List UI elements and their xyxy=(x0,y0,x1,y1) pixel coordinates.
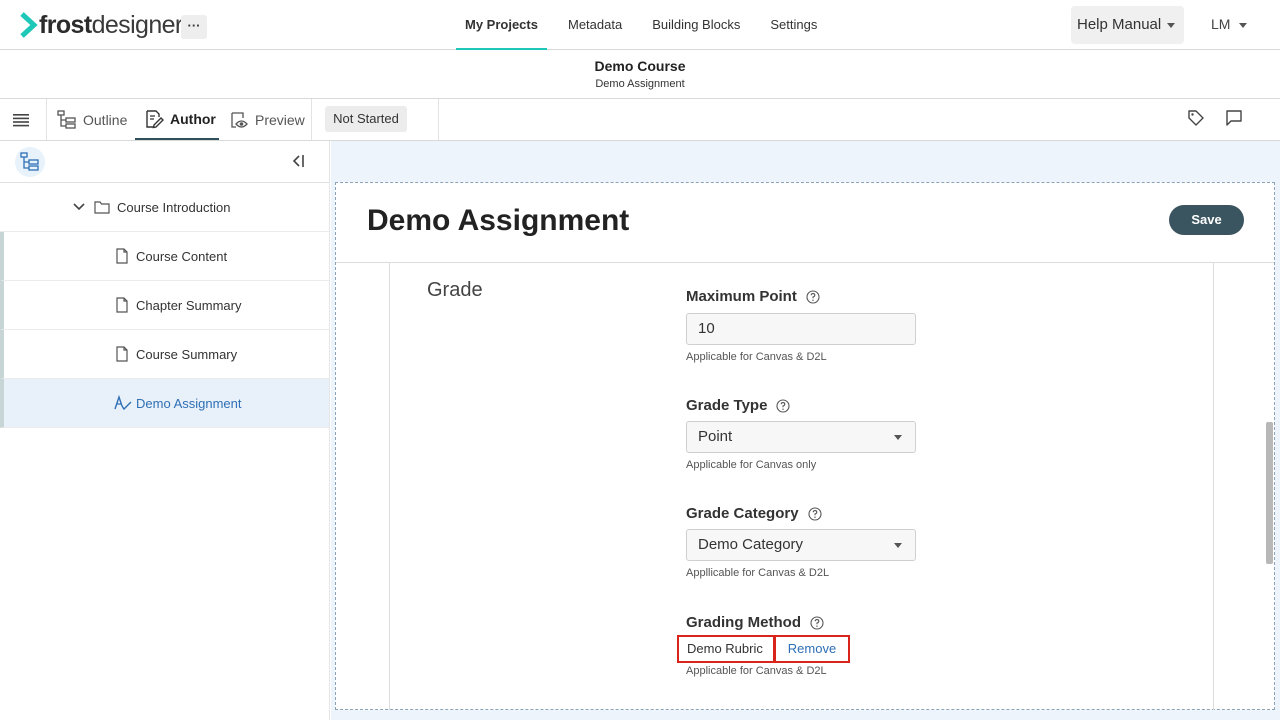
top-navigation-bar: frostdesigner ··· My Projects Metadata B… xyxy=(0,0,1280,50)
course-header: Demo Course Demo Assignment xyxy=(0,50,1280,99)
editor-header: Demo Assignment Save xyxy=(336,183,1274,263)
grade-type-select[interactable]: Point xyxy=(686,421,916,453)
chevron-down-icon[interactable] xyxy=(72,200,86,214)
collapse-sidebar-icon[interactable] xyxy=(290,153,306,169)
sidebar-item-course-summary[interactable]: Course Summary xyxy=(0,330,329,379)
chevron-down-icon xyxy=(894,543,902,548)
tree-view-button[interactable] xyxy=(15,147,45,177)
max-point-label: Maximum Point xyxy=(686,288,820,305)
tab-preview-label: Preview xyxy=(255,111,305,128)
edit-icon xyxy=(146,109,164,128)
grading-method-label: Grading Method xyxy=(686,614,824,631)
grading-method-rubric-name: Demo Rubric xyxy=(677,635,775,663)
grade-type-hint: Applicable for Canvas only xyxy=(686,459,817,471)
tab-preview[interactable]: Preview xyxy=(229,99,305,140)
grade-section-panel: Grade Maximum Point 10 Applicable for Ca… xyxy=(389,263,1214,710)
toolbar-divider xyxy=(311,99,312,140)
logo-chevron-icon xyxy=(20,12,38,38)
assignment-editor-card: Demo Assignment Save Grade Maximum Point… xyxy=(335,182,1275,710)
max-point-input[interactable]: 10 xyxy=(686,313,916,345)
help-manual-dropdown[interactable]: Help Manual xyxy=(1071,6,1184,44)
save-button[interactable]: Save xyxy=(1169,205,1244,235)
user-initials: LM xyxy=(1211,16,1231,32)
grade-category-value: Demo Category xyxy=(698,536,804,553)
grade-type-value: Point xyxy=(698,428,733,445)
user-menu[interactable]: LM xyxy=(1211,16,1248,32)
help-icon[interactable] xyxy=(810,615,824,630)
sidebar-item-course-introduction[interactable]: Course Introduction xyxy=(0,183,329,232)
more-options-button[interactable]: ··· xyxy=(181,15,207,39)
chevron-down-icon xyxy=(894,435,902,440)
assignment-icon xyxy=(114,395,132,411)
sidebar-item-course-content[interactable]: Course Content xyxy=(0,232,329,281)
help-icon[interactable] xyxy=(776,398,790,413)
vertical-scrollbar[interactable] xyxy=(1266,422,1273,564)
grade-type-label: Grade Type xyxy=(686,397,790,414)
tab-outline-label: Outline xyxy=(83,111,128,128)
sidebar-item-label: Course Content xyxy=(136,248,228,264)
logo-text: frostdesigner xyxy=(39,10,183,39)
hamburger-icon xyxy=(13,114,29,127)
main-nav-tabs: My Projects Metadata Building Blocks Set… xyxy=(450,0,832,50)
course-subtitle: Demo Assignment xyxy=(595,78,685,90)
status-badge[interactable]: Not Started xyxy=(325,106,407,132)
chevron-down-icon xyxy=(1239,22,1248,28)
sidebar-item-label: Demo Assignment xyxy=(136,395,242,411)
grade-category-select[interactable]: Demo Category xyxy=(686,529,916,561)
document-icon xyxy=(116,297,128,313)
tree-view-icon xyxy=(20,152,39,171)
chevron-down-icon xyxy=(1167,22,1176,28)
tag-icon[interactable] xyxy=(1187,109,1205,127)
section-title-grade: Grade xyxy=(427,279,483,301)
comment-icon[interactable] xyxy=(1225,109,1243,127)
grading-method-hint: Applicable for Canvas & D2L xyxy=(686,665,827,677)
tab-outline[interactable]: Outline xyxy=(57,99,127,140)
tab-author[interactable]: Author xyxy=(135,99,219,140)
toolbar-divider xyxy=(438,99,439,140)
document-icon xyxy=(116,248,128,264)
sidebar-item-label: Chapter Summary xyxy=(136,297,242,313)
folder-icon xyxy=(94,201,110,214)
max-point-hint: Applicable for Canvas & D2L xyxy=(686,351,827,363)
sidebar-item-label: Course Summary xyxy=(136,346,238,362)
grade-category-label: Grade Category xyxy=(686,505,822,522)
outline-sidebar: Course Introduction Course Content Chapt… xyxy=(0,141,330,720)
main-content: Demo Assignment Save Grade Maximum Point… xyxy=(331,141,1280,720)
sidebar-item-chapter-summary[interactable]: Chapter Summary xyxy=(0,281,329,330)
sidebar-item-label: Course Introduction xyxy=(117,199,231,215)
course-title: Demo Course xyxy=(594,58,686,74)
help-manual-label: Help Manual xyxy=(1077,16,1162,33)
nav-tab-metadata[interactable]: Metadata xyxy=(559,0,631,50)
preview-eye-icon xyxy=(231,111,248,128)
frost-designer-logo[interactable]: frostdesigner xyxy=(20,11,183,39)
hamburger-menu-button[interactable] xyxy=(0,99,47,140)
nav-tab-my-projects[interactable]: My Projects xyxy=(456,0,547,50)
sidebar-header xyxy=(0,141,329,183)
nav-tab-settings[interactable]: Settings xyxy=(761,0,826,50)
help-icon[interactable] xyxy=(807,506,822,521)
page-title: Demo Assignment xyxy=(367,204,630,237)
nav-tab-building-blocks[interactable]: Building Blocks xyxy=(643,0,749,50)
outline-tree-icon xyxy=(57,109,76,129)
remove-rubric-link[interactable]: Remove xyxy=(774,635,850,663)
author-toolbar: Outline Author Preview Not Started xyxy=(0,99,1280,141)
tab-author-label: Author xyxy=(170,110,216,127)
help-icon[interactable] xyxy=(806,289,820,304)
sidebar-item-demo-assignment[interactable]: Demo Assignment xyxy=(0,379,329,428)
document-icon xyxy=(116,346,128,362)
grade-category-hint: Appllicable for Canvas & D2L xyxy=(686,567,830,579)
